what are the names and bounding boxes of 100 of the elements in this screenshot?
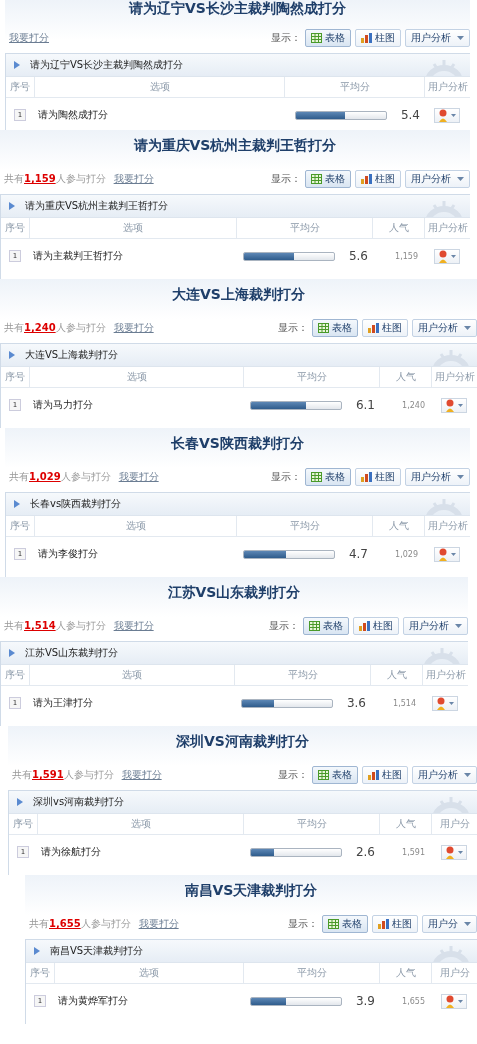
view-button[interactable]: 柱图 bbox=[362, 766, 408, 784]
vote-link[interactable]: 我要打分 bbox=[138, 917, 179, 931]
view-button[interactable]: 表格 bbox=[312, 766, 358, 784]
view-button[interactable]: 表格 bbox=[305, 468, 351, 486]
triangle-icon bbox=[9, 351, 15, 359]
column-header: 用户分析 bbox=[424, 516, 470, 536]
table-title: 请为辽宁VS长沙主裁判陶然成打分 bbox=[30, 58, 184, 72]
grid-icon bbox=[309, 621, 320, 631]
poll-title: 长春VS陕西裁判打分 bbox=[170, 434, 305, 453]
column-header: 序号 bbox=[12, 817, 34, 831]
option-label: 请为黄烨军打分 bbox=[57, 994, 129, 1008]
column-header: 用户分 bbox=[431, 814, 477, 834]
column-header: 选项 bbox=[34, 516, 236, 536]
vote-link[interactable]: 我要打分 bbox=[9, 31, 49, 45]
column-header: 选项 bbox=[54, 963, 243, 983]
column-header: 选项 bbox=[37, 814, 243, 834]
average-score: 3.9 bbox=[355, 994, 375, 1008]
view-button[interactable]: 柱图 bbox=[362, 319, 408, 337]
column-header: 用户分析 bbox=[422, 665, 468, 685]
user-analysis-button[interactable] bbox=[441, 844, 467, 860]
column-header: 平均分 bbox=[236, 218, 372, 238]
display-label: 显示： bbox=[288, 917, 318, 931]
analysis-dropdown[interactable]: 用户分 bbox=[422, 915, 477, 933]
column-header: 人气 bbox=[372, 218, 424, 238]
participant-count: 共有1,240人参与打分 bbox=[4, 321, 106, 335]
grid-icon bbox=[318, 770, 329, 780]
view-button[interactable]: 表格 bbox=[305, 29, 351, 47]
view-button[interactable]: 表格 bbox=[312, 319, 358, 337]
column-header: 序号 bbox=[4, 221, 26, 235]
view-button[interactable]: 柱图 bbox=[355, 468, 401, 486]
user-analysis-button[interactable] bbox=[434, 107, 460, 123]
caret-icon bbox=[457, 36, 464, 40]
user-analysis-button[interactable] bbox=[441, 397, 467, 413]
option-label: 请为陶然成打分 bbox=[37, 108, 109, 122]
analysis-dropdown[interactable]: 用户分析 bbox=[405, 170, 470, 188]
person-icon bbox=[445, 398, 455, 412]
participant-count: 共有1,655人参与打分 bbox=[29, 917, 131, 931]
participant-count: 共有1,159人参与打分 bbox=[4, 172, 106, 186]
view-button[interactable]: 表格 bbox=[322, 915, 368, 933]
vote-link[interactable]: 我要打分 bbox=[113, 619, 154, 633]
caret-icon bbox=[451, 113, 456, 117]
caret-icon bbox=[464, 922, 471, 926]
triangle-icon bbox=[9, 649, 15, 657]
user-analysis-button[interactable] bbox=[441, 993, 467, 1009]
triangle-icon bbox=[34, 947, 40, 955]
analysis-dropdown[interactable]: 用户分析 bbox=[412, 766, 477, 784]
option-label: 请为马力打分 bbox=[32, 398, 94, 412]
participant-count: 共有1,591人参与打分 bbox=[12, 768, 114, 782]
bar-chart-icon bbox=[361, 33, 372, 43]
user-analysis-button[interactable] bbox=[434, 248, 460, 264]
triangle-icon bbox=[17, 798, 23, 806]
triangle-icon bbox=[14, 61, 20, 69]
column-header: 序号 bbox=[9, 80, 31, 94]
table-title: 长春vs陕西裁判打分 bbox=[30, 497, 122, 511]
analysis-dropdown[interactable]: 用户分析 bbox=[405, 29, 470, 47]
caret-icon bbox=[458, 403, 463, 407]
view-button[interactable]: 柱图 bbox=[355, 170, 401, 188]
bar-chart-icon bbox=[368, 323, 379, 333]
average-score: 5.6 bbox=[348, 249, 368, 263]
participant-count: 共有1,514人参与打分 bbox=[4, 619, 106, 633]
column-header: 用户分析 bbox=[424, 77, 470, 97]
display-label: 显示： bbox=[271, 470, 301, 484]
vote-link[interactable]: 我要打分 bbox=[113, 321, 154, 335]
column-header: 人气 bbox=[379, 814, 431, 834]
vote-link[interactable]: 我要打分 bbox=[118, 470, 159, 484]
view-button[interactable]: 表格 bbox=[303, 617, 349, 635]
bar-chart-icon bbox=[361, 472, 372, 482]
column-header: 平均分 bbox=[243, 367, 379, 387]
column-header: 选项 bbox=[29, 367, 243, 387]
display-label: 显示： bbox=[269, 619, 299, 633]
vote-link[interactable]: 我要打分 bbox=[121, 768, 162, 782]
poll-title: 江苏VS山东裁判打分 bbox=[166, 583, 302, 602]
poll-title: 深圳VS河南裁判打分 bbox=[175, 732, 310, 751]
display-label: 显示： bbox=[278, 321, 308, 335]
user-analysis-button[interactable] bbox=[434, 546, 460, 562]
view-button[interactable]: 柱图 bbox=[355, 29, 401, 47]
display-label: 显示： bbox=[278, 768, 308, 782]
view-button[interactable]: 表格 bbox=[305, 170, 351, 188]
vote-link[interactable]: 我要打分 bbox=[113, 172, 154, 186]
triangle-icon bbox=[14, 500, 20, 508]
analysis-dropdown[interactable]: 用户分析 bbox=[403, 617, 468, 635]
popularity-count: 1,029 bbox=[394, 549, 419, 559]
display-label: 显示： bbox=[271, 31, 301, 45]
column-header: 人气 bbox=[379, 963, 431, 983]
analysis-dropdown[interactable]: 用户分析 bbox=[405, 468, 470, 486]
view-button[interactable]: 柱图 bbox=[372, 915, 418, 933]
analysis-dropdown[interactable]: 用户分析 bbox=[412, 319, 477, 337]
person-icon bbox=[438, 108, 448, 122]
table-title: 大连VS上海裁判打分 bbox=[25, 348, 119, 362]
table-title: 请为重庆VS杭州主裁判王哲打分 bbox=[25, 199, 169, 213]
view-button[interactable]: 柱图 bbox=[353, 617, 399, 635]
user-analysis-button[interactable] bbox=[432, 695, 458, 711]
table-title: 深圳vs河南裁判打分 bbox=[33, 795, 125, 809]
poll-title: 请为辽宁VS长沙主裁判陶然成打分 bbox=[128, 0, 347, 18]
person-icon bbox=[438, 547, 448, 561]
popularity-count: 1,591 bbox=[401, 847, 426, 857]
popularity-count: 1,240 bbox=[401, 400, 426, 410]
participant-count: 共有1,029人参与打分 bbox=[9, 470, 111, 484]
column-header: 人气 bbox=[370, 665, 422, 685]
caret-icon bbox=[464, 326, 471, 330]
